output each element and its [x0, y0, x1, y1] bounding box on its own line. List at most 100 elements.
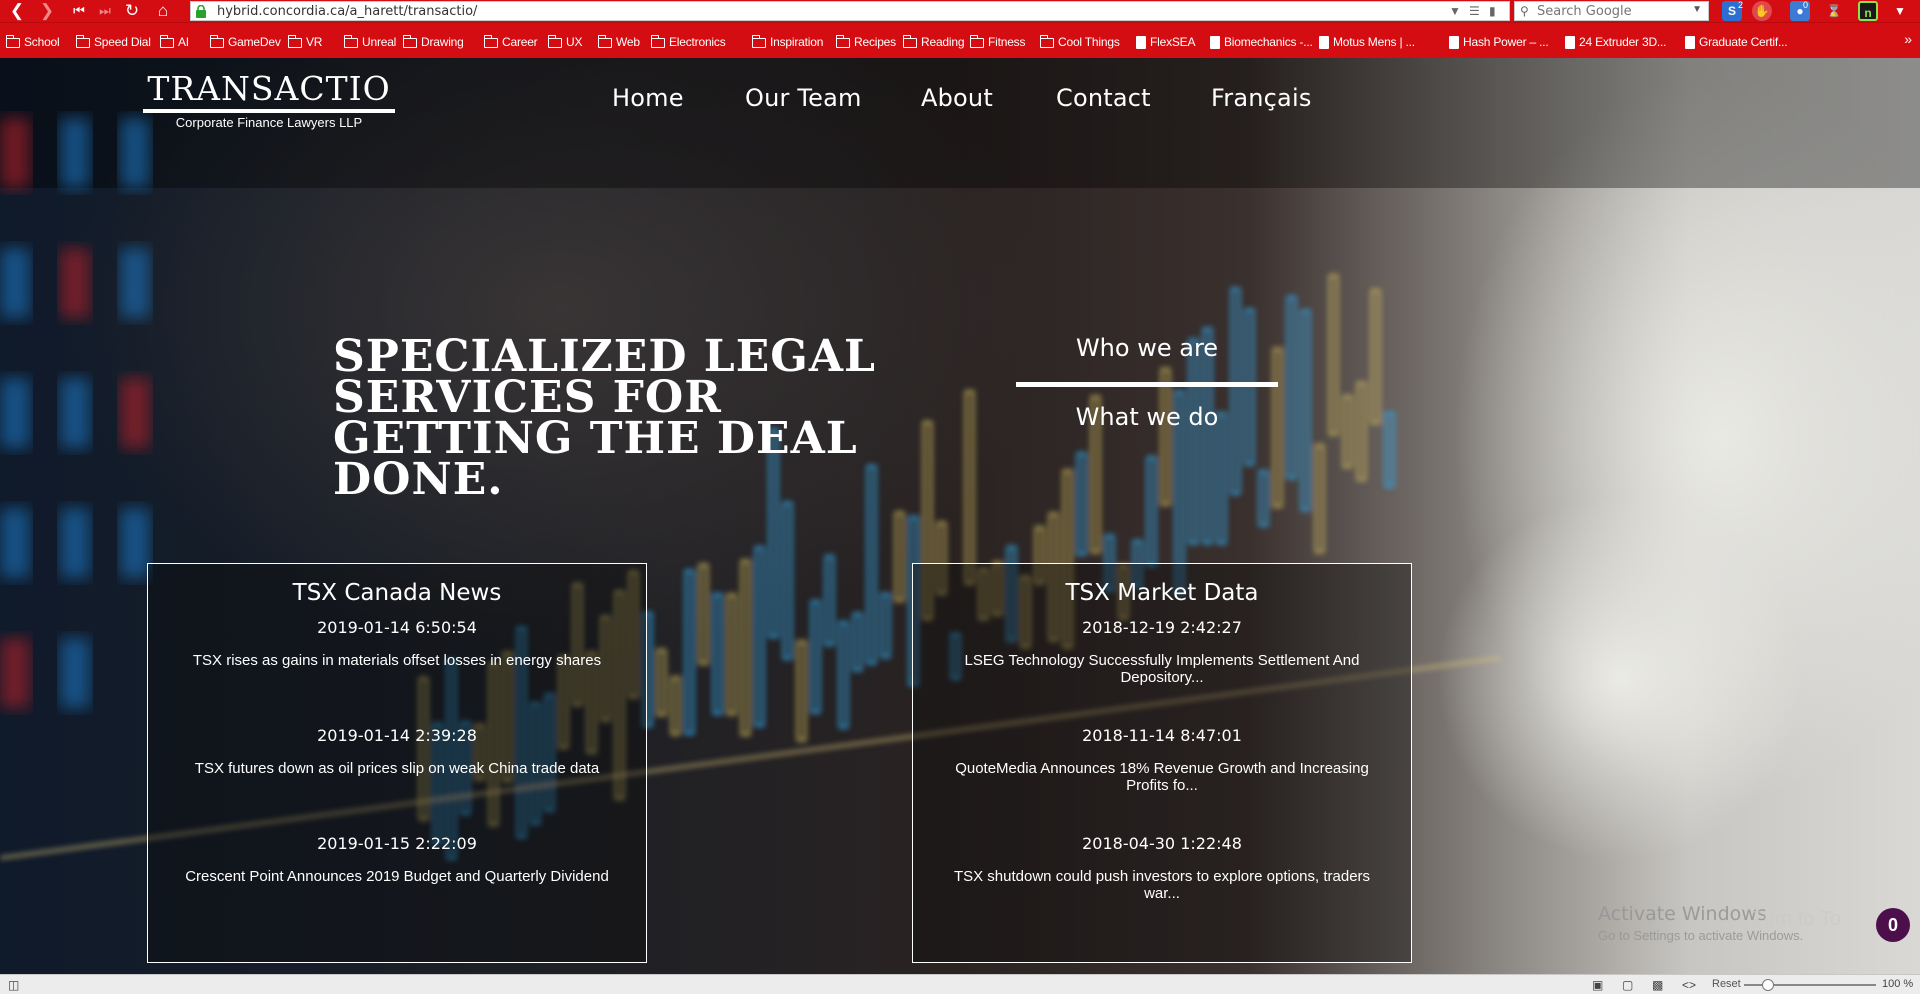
- news-item: 2019-01-14 6:50:54 TSX rises as gains in…: [148, 618, 646, 686]
- webpage: TRANSACTIO Corporate Finance Lawyers LLP…: [0, 58, 1920, 974]
- nav-our-team[interactable]: Our Team: [745, 84, 862, 112]
- page-icon: [1565, 36, 1575, 50]
- zoom-reset[interactable]: Reset: [1712, 978, 1741, 990]
- folder-icon: [902, 34, 917, 48]
- address-bar[interactable]: hybrid.concordia.ca/a_harett/transactio/…: [190, 1, 1510, 21]
- bookmark-item[interactable]: 24 Extruder 3D...: [1565, 34, 1667, 50]
- what-we-do-link[interactable]: What we do: [1016, 403, 1278, 431]
- bookmark-item[interactable]: UX: [547, 34, 583, 50]
- folder-icon: [751, 34, 766, 48]
- bookmark-item[interactable]: Web: [597, 34, 640, 50]
- nav-home[interactable]: Home: [612, 84, 684, 112]
- site-logo[interactable]: TRANSACTIO Corporate Finance Lawyers LLP: [143, 70, 395, 131]
- page-icon: [1685, 36, 1695, 50]
- search-icon: ⚲: [1520, 4, 1529, 18]
- bookmark-item[interactable]: School: [5, 34, 60, 50]
- folder-icon: [209, 34, 224, 48]
- bookmark-label: Speed Dial: [94, 35, 151, 49]
- bookmark-item[interactable]: Recipes: [835, 34, 896, 50]
- tile-icon[interactable]: ▢: [1622, 978, 1633, 992]
- nav-about[interactable]: About: [921, 84, 993, 112]
- news-item: 2019-01-15 2:22:09 Crescent Point Announ…: [148, 834, 646, 902]
- back-icon[interactable]: ❮: [8, 1, 26, 21]
- zoom-slider-handle[interactable]: [1762, 979, 1774, 991]
- reader-icon[interactable]: ☰: [1469, 4, 1480, 18]
- nav-contact[interactable]: Contact: [1056, 84, 1151, 112]
- browser-status-bar: ◫ ▣ ▢ ▩ <> Reset 100 %: [0, 974, 1920, 994]
- bookmark-label: Inspiration: [770, 35, 824, 49]
- panel-title: TSX Canada News: [292, 580, 502, 606]
- logo-title: TRANSACTIO: [147, 69, 391, 108]
- page-icon: [1210, 36, 1220, 50]
- bookmark-item[interactable]: Biomechanics -...: [1210, 34, 1313, 50]
- news-headline-link[interactable]: TSX shutdown could push investors to exp…: [947, 868, 1377, 902]
- more-bookmarks-icon[interactable]: »: [1904, 31, 1912, 47]
- news-headline-link[interactable]: LSEG Technology Successfully Implements …: [947, 652, 1377, 686]
- bookmark-label: UX: [566, 35, 583, 49]
- folder-icon: [969, 34, 984, 48]
- bookmark-item[interactable]: Speed Dial: [75, 34, 151, 50]
- news-item: 2018-11-14 8:47:01 QuoteMedia Announces …: [913, 726, 1411, 794]
- bookmark-icon[interactable]: ▮: [1489, 4, 1496, 18]
- nav-francais[interactable]: Français: [1211, 84, 1312, 112]
- partial-overlay-text: Turn to To: [1752, 908, 1841, 930]
- reload-icon[interactable]: ↻: [123, 1, 141, 21]
- bookmark-label: Career: [502, 35, 538, 49]
- user-ext-badge: 0: [1803, 0, 1809, 10]
- image-icon[interactable]: ▩: [1652, 978, 1663, 992]
- bookmark-item[interactable]: Hash Power – ...: [1449, 34, 1549, 50]
- bookmark-item[interactable]: Fitness: [969, 34, 1025, 50]
- rewind-icon[interactable]: ⏮: [70, 1, 88, 21]
- zoom-level: 100 %: [1882, 978, 1914, 990]
- bookmarks-bar: School Speed Dial AI GameDev VR Unreal Drawing…: [0, 22, 1920, 58]
- fast-forward-icon[interactable]: ⏭: [96, 1, 114, 21]
- bookmark-item[interactable]: Reading: [902, 34, 965, 50]
- panel-toggle-icon[interactable]: ◫: [8, 978, 19, 992]
- bookmark-item[interactable]: Cool Things: [1039, 34, 1120, 50]
- hero-divider: [1016, 382, 1278, 387]
- news-headline-link[interactable]: QuoteMedia Announces 18% Revenue Growth …: [947, 760, 1377, 794]
- vivaldi-menu-icon[interactable]: ▼: [1890, 1, 1910, 21]
- bookmark-item[interactable]: GameDev: [209, 34, 281, 50]
- folder-icon: [1039, 34, 1054, 48]
- bookmark-item[interactable]: Unreal: [343, 34, 397, 50]
- chat-badge[interactable]: 0: [1876, 908, 1910, 942]
- bookmark-label: VR: [306, 35, 323, 49]
- tsx-news-panel: TSX Canada News 2019-01-14 6:50:54 TSX r…: [147, 563, 647, 963]
- bookmark-label: Hash Power – ...: [1463, 35, 1549, 49]
- bookmark-item[interactable]: VR: [287, 34, 323, 50]
- page-icon: [1136, 36, 1146, 50]
- who-we-are-link[interactable]: Who we are: [1016, 334, 1278, 362]
- bookmark-item[interactable]: AI: [159, 34, 189, 50]
- folder-icon: [835, 34, 850, 48]
- bookmark-label: Motus Mens | ...: [1333, 35, 1415, 49]
- search-engine-dropdown-icon[interactable]: ▼: [1692, 4, 1702, 15]
- code-icon[interactable]: <>: [1682, 978, 1696, 992]
- dropdown-icon[interactable]: ▼: [1449, 4, 1461, 18]
- bookmark-item[interactable]: Electronics: [650, 34, 726, 50]
- forward-icon[interactable]: ❯: [38, 1, 56, 21]
- bookmark-item[interactable]: Drawing: [402, 34, 464, 50]
- folder-icon: [650, 34, 665, 48]
- folder-icon: [343, 34, 358, 48]
- bookmark-item[interactable]: Career: [483, 34, 538, 50]
- shield-extension-icon[interactable]: ✋: [1752, 1, 1772, 21]
- bookmark-label: Unreal: [362, 35, 397, 49]
- bookmark-item[interactable]: Inspiration: [751, 34, 824, 50]
- news-headline-link[interactable]: TSX futures down as oil prices slip on w…: [182, 760, 612, 794]
- home-icon[interactable]: ⌂: [154, 1, 172, 21]
- bookmark-item[interactable]: Graduate Certif...: [1685, 34, 1788, 50]
- folder-icon: [402, 34, 417, 48]
- bookmark-item[interactable]: FlexSEA: [1136, 34, 1195, 50]
- camera-icon[interactable]: ▣: [1592, 978, 1603, 992]
- news-headline-link[interactable]: TSX rises as gains in materials offset l…: [182, 652, 612, 686]
- folder-icon: [75, 34, 90, 48]
- hourglass-extension-icon[interactable]: ⌛: [1824, 1, 1844, 21]
- search-input[interactable]: [1537, 2, 1682, 20]
- logo-rule: [143, 109, 395, 113]
- news-headline-link[interactable]: Crescent Point Announces 2019 Budget and…: [182, 868, 612, 902]
- bookmark-item[interactable]: Motus Mens | ...: [1319, 34, 1415, 50]
- folder-icon: [483, 34, 498, 48]
- search-box[interactable]: ⚲ ▼: [1514, 1, 1709, 21]
- notebook-extension-icon[interactable]: n: [1858, 1, 1878, 21]
